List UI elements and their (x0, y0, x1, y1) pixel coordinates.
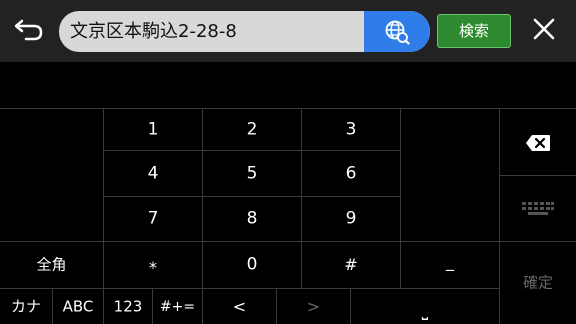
blank-key-area (0, 108, 104, 242)
number-mode-key[interactable]: 123 (104, 289, 153, 324)
key-label: 6 (345, 163, 357, 183)
abc-mode-key[interactable]: ABC (53, 289, 104, 324)
key-label: 5 (246, 163, 258, 183)
kana-mode-key[interactable]: カナ (0, 289, 53, 324)
blank-key-area (401, 108, 500, 242)
key-hash[interactable]: # (302, 242, 401, 289)
key-label: 確定 (522, 273, 553, 292)
cursor-right-key[interactable]: > (277, 289, 351, 324)
key-0[interactable]: 0 (203, 242, 302, 289)
top-bar: 文京区本駒込2-28-8 検索 (0, 0, 576, 62)
space-icon: ⎵ (421, 300, 429, 320)
backspace-key[interactable] (500, 108, 576, 176)
symbol-mode-key[interactable]: #+= (153, 289, 203, 324)
candidate-area (0, 62, 576, 108)
key-1[interactable]: 1 (104, 108, 203, 151)
key-dash[interactable]: _ (401, 242, 500, 289)
key-label: 2 (246, 119, 258, 139)
key-label: > (306, 296, 321, 316)
key-2[interactable]: 2 (203, 108, 302, 151)
key-label: 8 (246, 208, 258, 229)
key-label: 7 (147, 208, 159, 229)
key-7[interactable]: 7 (104, 197, 203, 242)
key-9[interactable]: 9 (302, 197, 401, 242)
key-label: 3 (345, 119, 357, 139)
keyboard: 1 2 3 4 5 6 7 8 9 全角 * 0 # _ 確定 カナ ABC 1… (0, 108, 576, 324)
space-key[interactable]: ⎵ (351, 289, 500, 324)
key-label: 123 (113, 297, 143, 315)
key-3[interactable]: 3 (302, 108, 401, 151)
key-label: #+= (159, 298, 196, 315)
key-label: 4 (147, 163, 159, 183)
key-label: * (149, 258, 157, 278)
search-input[interactable]: 文京区本駒込2-28-8 (59, 11, 430, 52)
back-arrow-icon (14, 19, 43, 41)
keyboard-icon (522, 202, 554, 215)
zenkaku-key[interactable]: 全角 (0, 242, 104, 289)
back-button[interactable] (12, 14, 46, 44)
key-label: 0 (246, 254, 258, 275)
key-8[interactable]: 8 (203, 197, 302, 242)
key-6[interactable]: 6 (302, 151, 401, 197)
key-5[interactable]: 5 (203, 151, 302, 197)
web-search-button[interactable] (364, 11, 430, 52)
key-label: < (232, 296, 247, 316)
key-4[interactable]: 4 (104, 151, 203, 197)
key-label: カナ (10, 297, 41, 315)
key-label: 9 (345, 208, 357, 229)
search-input-value: 文京区本駒込2-28-8 (70, 21, 237, 42)
key-label: _ (446, 252, 454, 272)
confirm-key[interactable]: 確定 (500, 242, 576, 324)
key-label: 1 (147, 119, 159, 139)
key-asterisk[interactable]: * (104, 242, 203, 289)
backspace-icon (526, 135, 550, 151)
close-button[interactable] (528, 13, 560, 45)
key-label: # (344, 255, 358, 274)
close-icon (533, 18, 555, 40)
search-button[interactable]: 検索 (437, 14, 511, 48)
key-label: 全角 (36, 255, 67, 274)
keyboard-switch-key[interactable] (500, 176, 576, 242)
globe-search-icon (385, 20, 410, 45)
key-label: ABC (62, 297, 94, 315)
cursor-left-key[interactable]: < (203, 289, 277, 324)
